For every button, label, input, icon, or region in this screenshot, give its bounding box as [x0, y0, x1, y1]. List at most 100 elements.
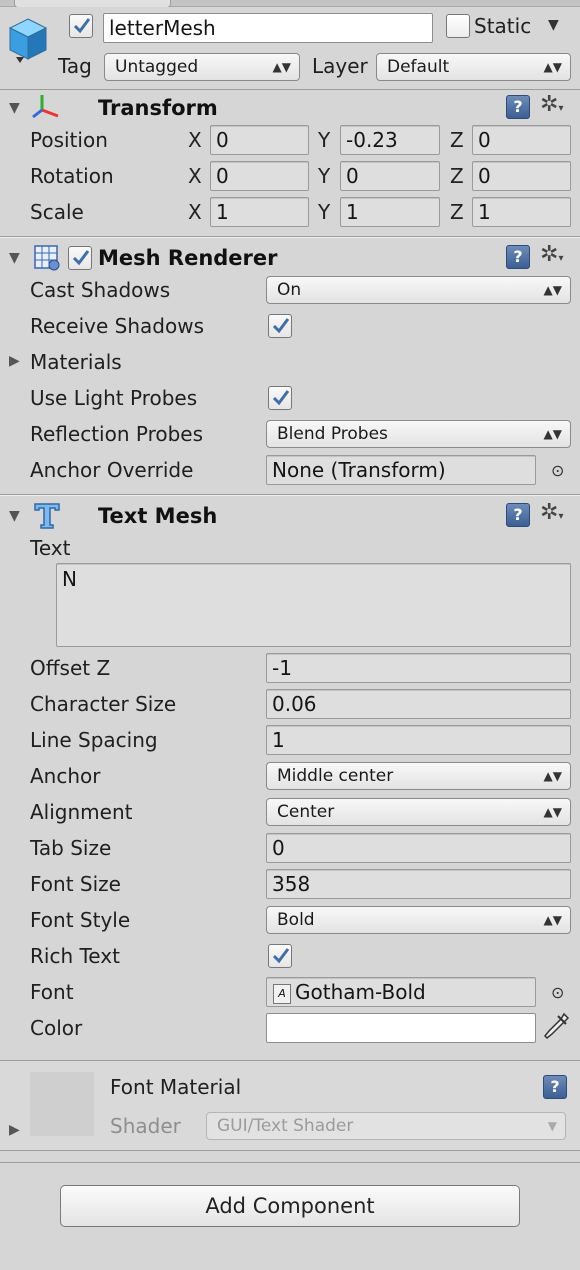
font-field[interactable]: A Gotham-Bold — [266, 977, 536, 1007]
updown-arrows-icon: ▲▼ — [543, 60, 562, 74]
materials-label[interactable]: Materials — [30, 347, 122, 377]
tag-label: Tag — [58, 54, 92, 78]
rich-text-label: Rich Text — [30, 944, 120, 968]
character-size-field[interactable]: 0.06 — [266, 689, 571, 719]
font-label: Font — [30, 980, 74, 1004]
use-light-probes-label: Use Light Probes — [30, 386, 198, 410]
line-spacing-label: Line Spacing — [30, 728, 158, 752]
tab-size-label: Tab Size — [30, 836, 112, 860]
offset-z-field[interactable]: -1 — [266, 653, 571, 683]
mesh-renderer-enabled-checkbox[interactable] — [68, 246, 92, 270]
scale-y-field[interactable]: 1 — [340, 197, 440, 227]
scale-label: Scale — [30, 200, 84, 224]
updown-arrows-icon: ▲▼ — [543, 427, 562, 441]
updown-arrows-icon: ▲▼ — [272, 60, 291, 74]
updown-arrows-icon: ▲▼ — [543, 913, 562, 927]
shader-dropdown[interactable]: GUI/Text Shader ▼ — [206, 1112, 566, 1140]
scale-z-field[interactable]: 1 — [472, 197, 571, 227]
mesh-renderer-icon — [33, 244, 61, 277]
object-picker-icon[interactable]: ⊙ — [551, 983, 564, 1003]
gear-icon[interactable]: ✲▾ — [540, 243, 563, 271]
rotation-y-field[interactable]: 0 — [340, 161, 440, 191]
layer-label: Layer — [312, 54, 368, 78]
position-z-field[interactable]: 0 — [472, 125, 571, 155]
help-book-icon[interactable]: ? — [506, 95, 530, 119]
rotation-z-label[interactable]: Z — [450, 161, 464, 191]
font-value: Gotham-Bold — [295, 980, 426, 1004]
fold-right-icon[interactable]: ▶ — [9, 353, 20, 369]
tag-dropdown-value: Untagged — [115, 57, 199, 77]
anchor-value: Middle center — [277, 766, 394, 786]
gear-icon[interactable]: ✲▾ — [540, 93, 563, 121]
updown-arrows-icon: ▲▼ — [543, 283, 562, 297]
font-style-label: Font Style — [30, 908, 131, 932]
fold-down-icon[interactable]: ▼ — [9, 250, 20, 266]
rich-text-checkbox[interactable] — [268, 944, 292, 968]
font-size-field[interactable]: 358 — [266, 869, 571, 899]
dropdown-arrow-icon: ▼ — [547, 1119, 557, 1133]
shader-value: GUI/Text Shader — [217, 1116, 354, 1136]
rotation-x-label[interactable]: X — [188, 161, 202, 191]
line-spacing-field[interactable]: 1 — [266, 725, 571, 755]
cube-icon — [6, 15, 50, 70]
fold-down-icon[interactable]: ▼ — [9, 100, 20, 116]
layer-dropdown[interactable]: Default ▲▼ — [376, 53, 571, 81]
static-checkbox[interactable] — [446, 14, 470, 38]
help-book-icon[interactable]: ? — [506, 245, 530, 269]
tab-size-field[interactable]: 0 — [266, 833, 571, 863]
position-x-label[interactable]: X — [188, 125, 202, 155]
add-component-label: Add Component — [205, 1194, 375, 1218]
rotation-x-field[interactable]: 0 — [210, 161, 309, 191]
font-asset-icon: A — [273, 983, 291, 1004]
position-y-field[interactable]: -0.23 — [340, 125, 440, 155]
section-divider-highlight — [0, 237, 580, 238]
transform-axes-icon — [30, 92, 62, 125]
gear-icon[interactable]: ✲▾ — [540, 501, 563, 529]
scale-z-label[interactable]: Z — [450, 197, 464, 227]
add-component-button[interactable]: Add Component — [60, 1185, 520, 1227]
color-swatch[interactable] — [266, 1013, 536, 1043]
scale-x-label[interactable]: X — [188, 197, 202, 227]
transform-title[interactable]: Transform — [98, 93, 218, 123]
fold-down-icon[interactable]: ▼ — [9, 508, 20, 524]
position-z-label[interactable]: Z — [450, 125, 464, 155]
eyedropper-icon[interactable] — [542, 1011, 570, 1046]
scale-x-field[interactable]: 1 — [210, 197, 309, 227]
help-book-icon[interactable]: ? — [543, 1075, 567, 1099]
rotation-z-field[interactable]: 0 — [472, 161, 571, 191]
reflection-probes-value: Blend Probes — [277, 424, 388, 444]
anchor-override-field[interactable]: None (Transform) — [266, 455, 536, 485]
position-x-field[interactable]: 0 — [210, 125, 309, 155]
help-book-icon[interactable]: ? — [506, 503, 530, 527]
text-area[interactable]: N — [56, 563, 571, 647]
tag-dropdown[interactable]: Untagged ▲▼ — [104, 53, 300, 81]
cast-shadows-dropdown[interactable]: On ▲▼ — [266, 276, 571, 304]
use-light-probes-checkbox[interactable] — [268, 386, 292, 410]
scale-y-label[interactable]: Y — [318, 197, 330, 227]
text-mesh-icon — [32, 500, 62, 535]
anchor-dropdown[interactable]: Middle center ▲▼ — [266, 762, 571, 790]
reflection-probes-dropdown[interactable]: Blend Probes ▲▼ — [266, 420, 571, 448]
rotation-label: Rotation — [30, 164, 114, 188]
mesh-renderer-title[interactable]: Mesh Renderer — [98, 243, 278, 273]
position-y-label[interactable]: Y — [318, 125, 330, 155]
object-name-field[interactable]: letterMesh — [103, 13, 433, 43]
rotation-y-label[interactable]: Y — [318, 161, 330, 191]
object-picker-icon[interactable]: ⊙ — [551, 461, 564, 481]
static-dropdown-arrow-icon[interactable]: ▼ — [548, 17, 559, 33]
section-divider — [0, 1150, 580, 1151]
active-checkbox[interactable] — [69, 14, 93, 38]
receive-shadows-checkbox[interactable] — [268, 314, 292, 338]
text-mesh-title[interactable]: Text Mesh — [98, 501, 217, 531]
character-size-label: Character Size — [30, 692, 177, 716]
cast-shadows-value: On — [277, 280, 302, 300]
section-divider — [0, 1162, 580, 1163]
receive-shadows-label: Receive Shadows — [30, 314, 204, 338]
reflection-probes-label: Reflection Probes — [30, 422, 204, 446]
fold-right-icon[interactable]: ▶ — [9, 1122, 20, 1138]
font-style-dropdown[interactable]: Bold ▲▼ — [266, 906, 571, 934]
updown-arrows-icon: ▲▼ — [543, 769, 562, 783]
alignment-dropdown[interactable]: Center ▲▼ — [266, 798, 571, 826]
static-label: Static — [474, 14, 532, 38]
alignment-label: Alignment — [30, 800, 133, 824]
